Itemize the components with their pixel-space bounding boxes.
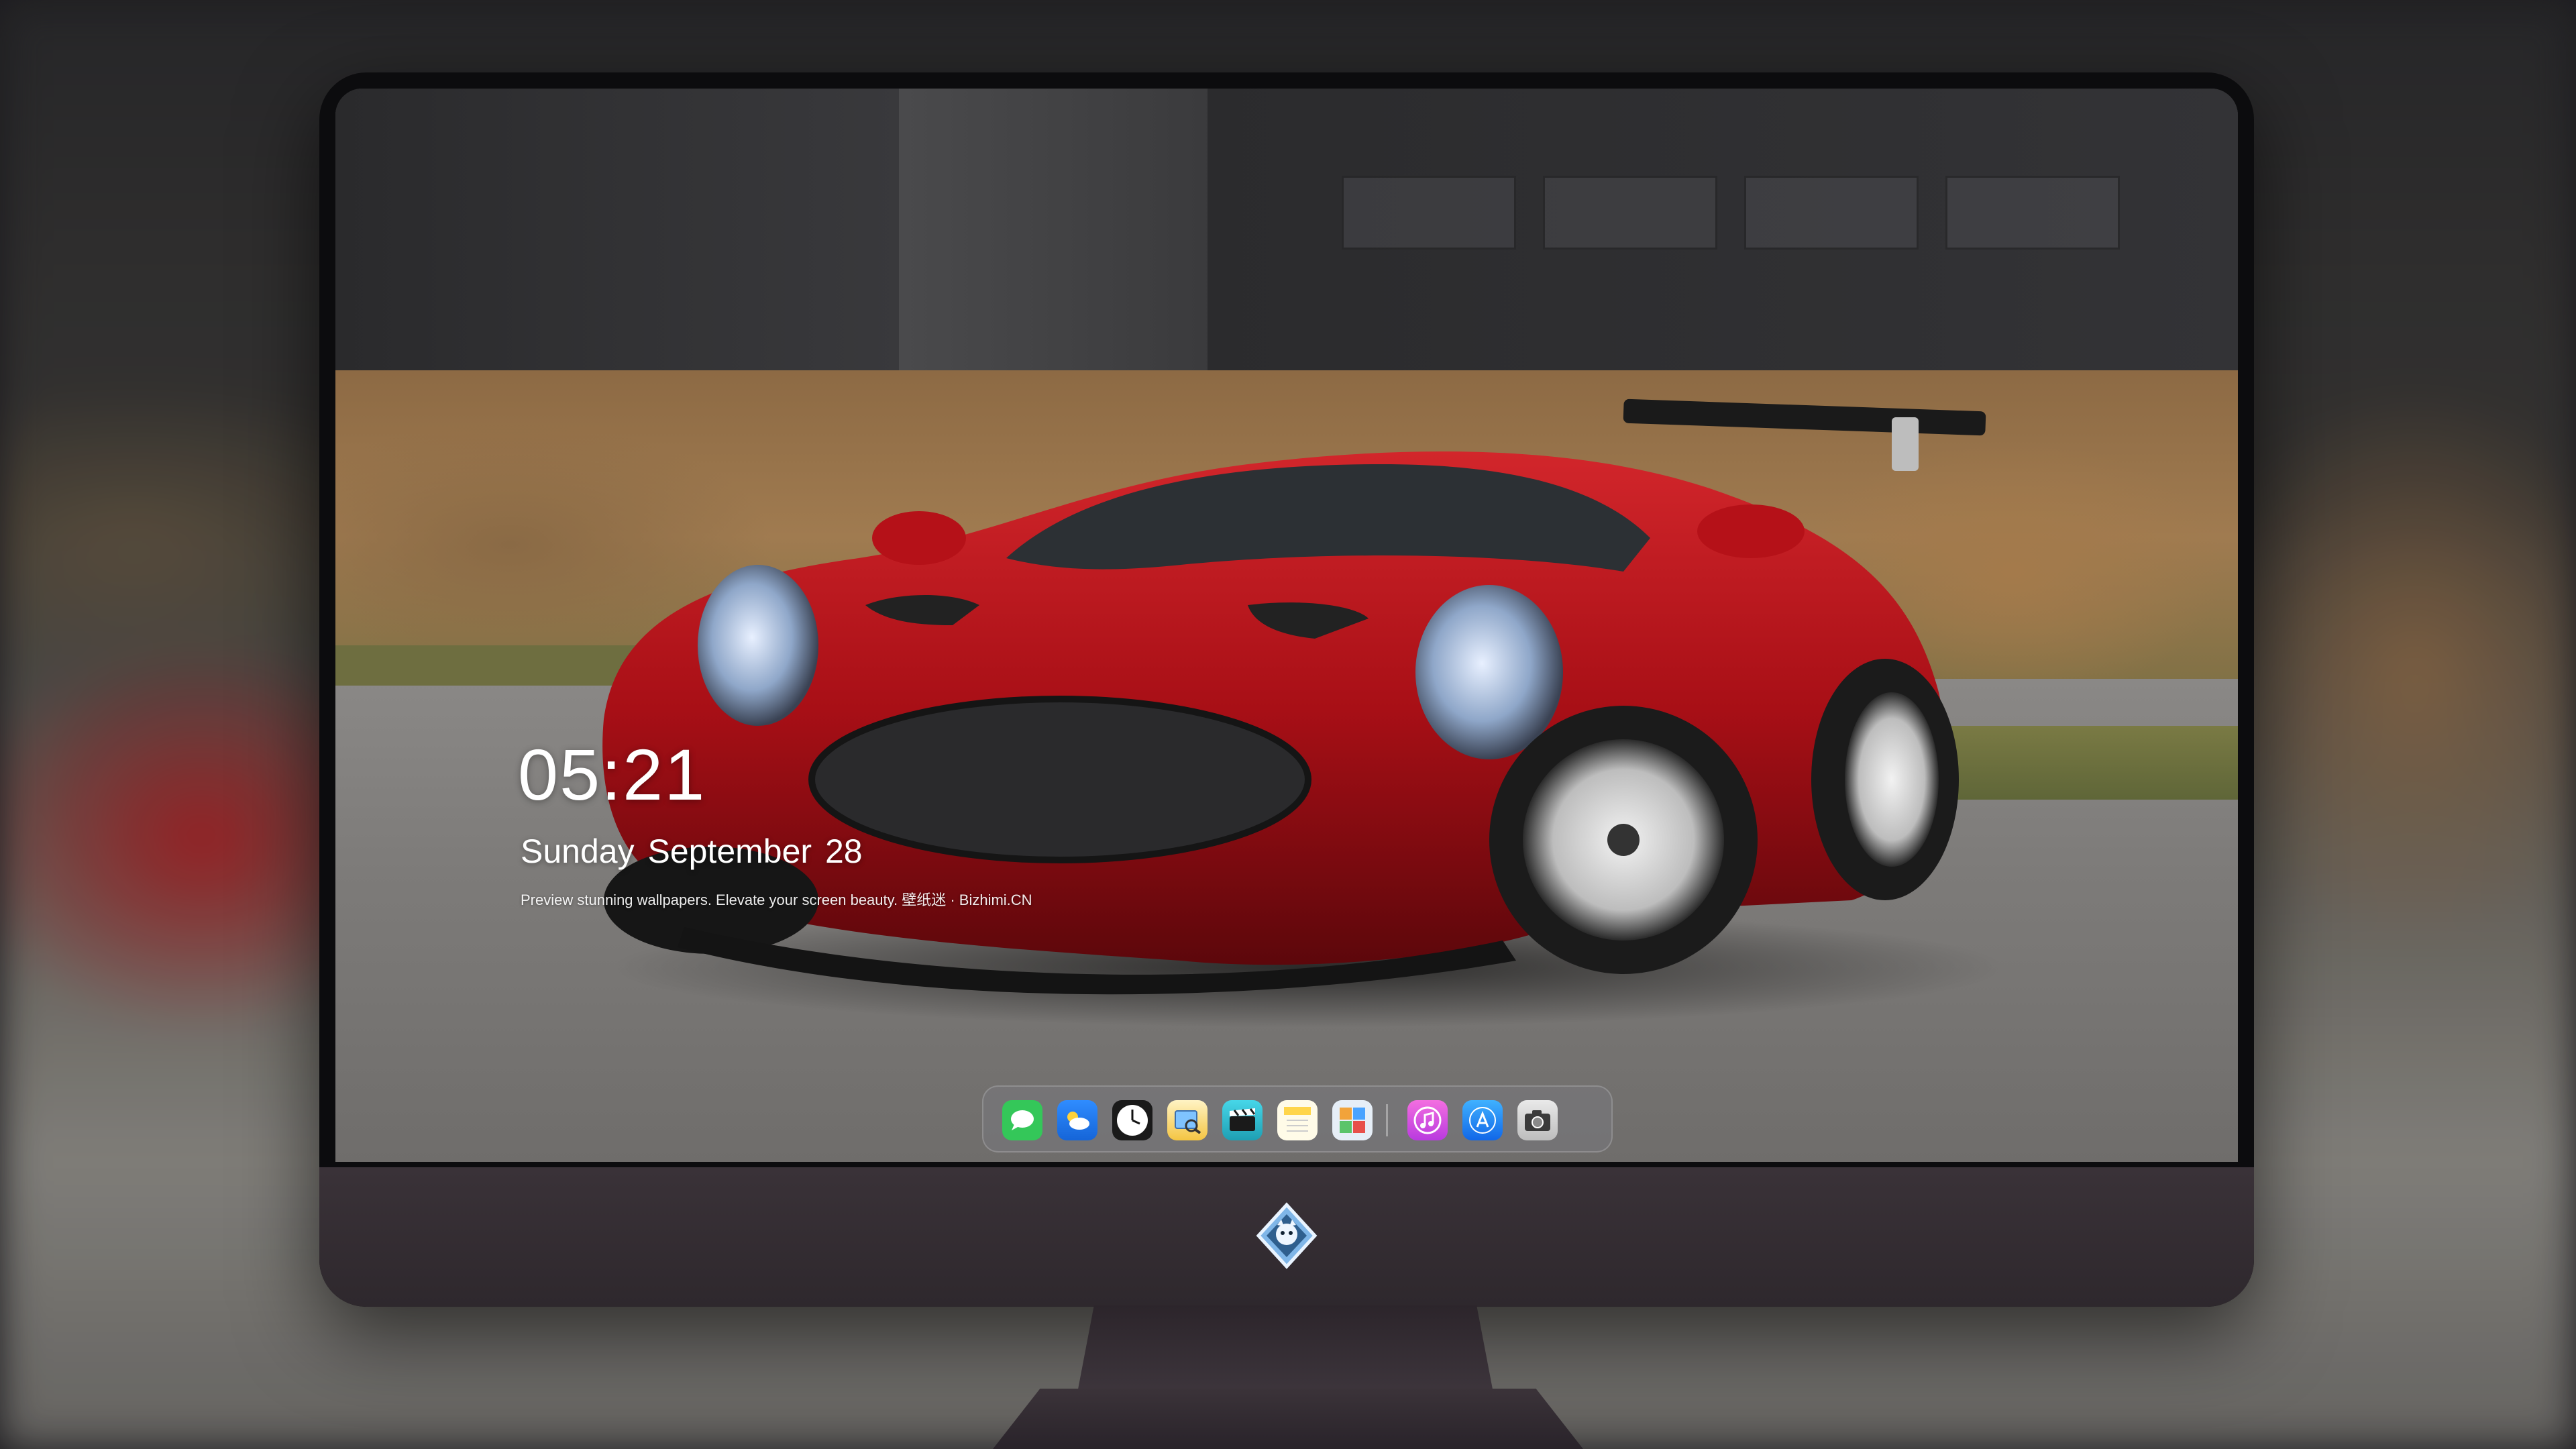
dock — [982, 1085, 1613, 1152]
clips-icon[interactable] — [1222, 1100, 1263, 1140]
itunes-icon[interactable] — [1407, 1100, 1448, 1140]
brand-logo-icon — [1256, 1202, 1318, 1269]
building-window — [1342, 176, 1516, 250]
preview-icon[interactable] — [1167, 1100, 1208, 1140]
clock-icon[interactable] — [1112, 1100, 1152, 1140]
lock-screen-date: Sunday September 28 — [521, 833, 863, 870]
dock-separator — [1386, 1104, 1388, 1136]
building-window — [1744, 176, 1919, 250]
camera-icon[interactable] — [1517, 1100, 1558, 1140]
building-window — [1945, 176, 2120, 250]
photo-booth-icon[interactable] — [1332, 1100, 1373, 1140]
monitor-stand-neck — [1077, 1305, 1493, 1393]
monitor-chin — [319, 1167, 2254, 1307]
weather-icon[interactable] — [1057, 1100, 1097, 1140]
app-store-icon[interactable] — [1462, 1100, 1503, 1140]
messages-icon[interactable] — [1002, 1100, 1042, 1140]
red-sports-car — [602, 451, 1959, 995]
lock-screen-tagline: Preview stunning wallpapers. Elevate you… — [521, 892, 1032, 908]
monitor-stand-base — [993, 1389, 1583, 1449]
lock-screen-time: 05:21 — [518, 734, 706, 815]
notes-icon[interactable] — [1277, 1100, 1318, 1140]
screen: 05:21 Sunday September 28 Preview stunni… — [335, 89, 2238, 1162]
monitor: 05:21 Sunday September 28 Preview stunni… — [319, 72, 2254, 1307]
building-window — [1543, 176, 1717, 250]
